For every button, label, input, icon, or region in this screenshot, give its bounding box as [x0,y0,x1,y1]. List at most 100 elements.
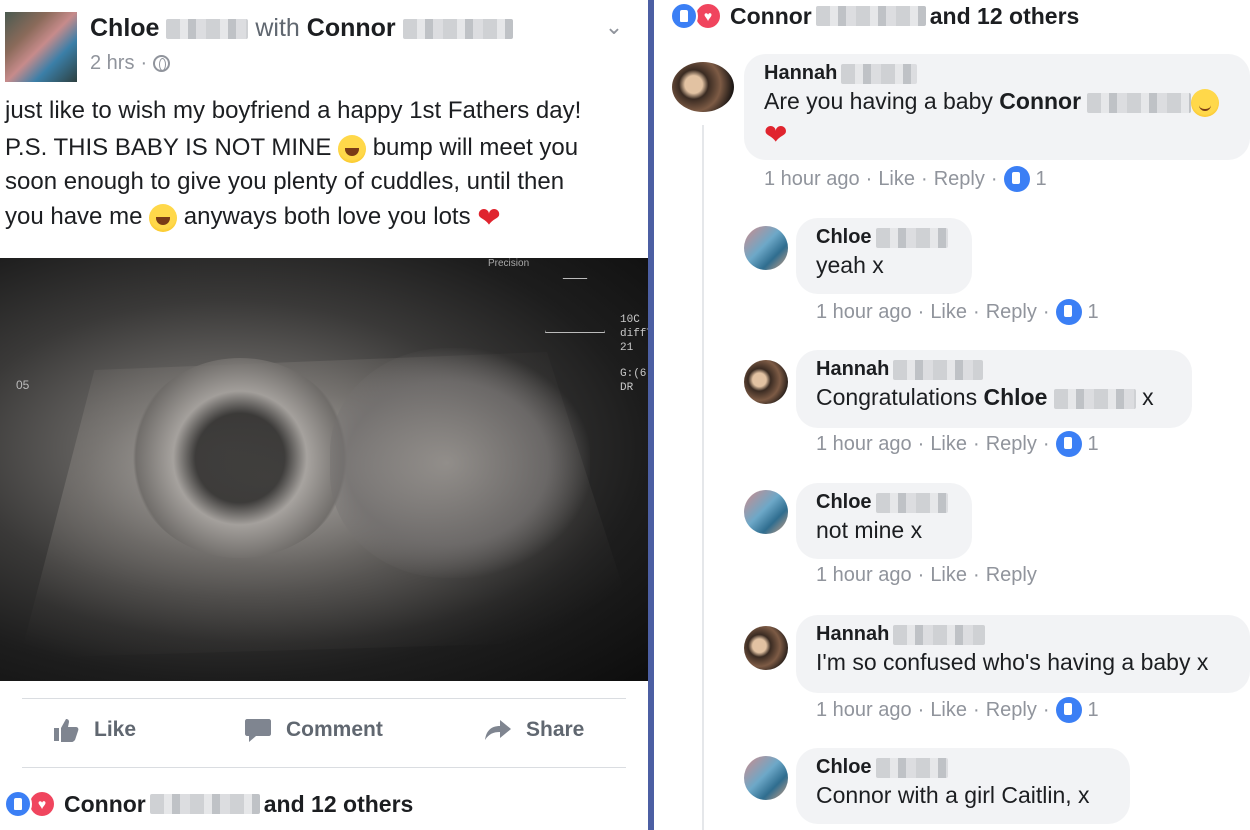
redacted-surname [166,19,249,40]
comment-text: not mine x [816,517,923,543]
reply-thread-line [702,125,704,830]
commenter-name[interactable]: Hannah [764,62,1230,85]
redacted-surname [893,624,986,645]
like-count[interactable]: 1 [1088,433,1099,456]
post-line: P.S. THIS BABY IS NOT MINE bump will mee… [5,134,579,163]
thumbs-up-icon [54,719,79,742]
comment-time[interactable]: 1 hour ago [816,301,912,324]
comment-like-link[interactable]: Like [930,564,967,587]
comment-reply-link[interactable]: Reply [986,564,1037,587]
with-label: with [255,14,300,42]
post-line: soon enough to give you plenty of cuddle… [5,168,565,195]
commenter-name[interactable]: Chloe [816,756,1110,779]
avatar[interactable] [672,62,734,112]
commenter-name[interactable]: Hannah [816,623,1230,646]
comment-bubble: Hannah Are you having a baby Connor ❤ [744,54,1250,160]
post-panel: Chloe with Connor 2 hrs · ⌄ just like to… [0,0,648,830]
heart-emoji-icon: ❤ [477,201,501,233]
post-actions: Like Comment Share [22,698,626,768]
redacted-surname [1087,92,1192,113]
redacted-surname [893,359,984,380]
scan-brand: Precision [488,258,530,269]
redacted-surname [841,63,918,84]
share-button[interactable]: Share [484,717,584,743]
ultrasound-image[interactable]: 10C diffT6 21 G:(6 DR Precision 05 [0,258,648,681]
comment-icon [245,719,271,742]
redacted-surname [402,19,513,40]
chevron-down-icon[interactable]: ⌄ [600,14,628,42]
love-reaction-icon: ♥ [694,2,722,30]
comment-time[interactable]: 1 hour ago [764,168,860,191]
avatar[interactable] [744,756,788,800]
comment-time[interactable]: 1 hour ago [816,564,912,587]
comment-text: Congratulations Chloe x [816,384,1154,410]
laughing-emoji-icon [338,134,367,163]
comment-meta: 1 hour ago · Like · Reply · 1 [816,299,1099,325]
comment-button[interactable]: Comment [244,717,383,743]
commenter-name[interactable]: Chloe [816,226,952,249]
like-reaction-icon [670,2,698,30]
comments-panel: ♥ Connor and 12 others Hannah Are you ha… [654,0,1250,830]
redacted-surname [815,6,926,26]
comment-like-link[interactable]: Like [930,699,967,722]
comment-text: I'm so confused who's having a baby x [816,649,1209,675]
comment-meta: 1 hour ago · Like · Reply · 1 [816,697,1099,723]
comment-text: Are you having a baby Connor [764,85,1230,117]
avatar[interactable] [744,226,788,270]
comment-meta: 1 hour ago · Like · Reply · 1 [764,166,1047,192]
comment-like-link[interactable]: Like [930,433,967,456]
avatar[interactable] [744,490,788,534]
scan-head [130,358,350,558]
love-reaction-icon: ♥ [28,790,56,818]
like-count-icon [1055,431,1082,457]
author-avatar[interactable] [5,12,77,82]
comment-text: Connor with a girl Caitlin, x [816,782,1090,808]
comment-like-link[interactable]: Like [878,168,915,191]
commenter-name[interactable]: Hannah [816,358,1172,381]
like-count[interactable]: 1 [1088,301,1099,324]
like-count-icon [1055,299,1082,325]
post-meta: 2 hrs · [90,52,171,75]
reactions-summary[interactable]: ♥ Connor and 12 others [4,790,413,818]
comment-text: yeah x [816,252,884,278]
comment-reply-link[interactable]: Reply [986,433,1037,456]
comment-bubble: Chloe yeah x [796,218,972,294]
heart-emoji-icon: ❤ [764,118,788,150]
like-count-icon [1055,697,1082,723]
comment-reply-link[interactable]: Reply [934,168,985,191]
author-name[interactable]: Chloe [90,14,159,42]
redacted-surname [875,492,948,513]
scan-readout: 10C diffT6 21 G:(6 DR [620,314,648,394]
post-timestamp[interactable]: 2 hrs [90,52,134,75]
scan-probe-icon [545,278,605,333]
avatar[interactable] [744,360,788,404]
comment-time[interactable]: 1 hour ago [816,433,912,456]
reactors-others: and 12 others [263,790,414,817]
mention-link[interactable]: Chloe [984,384,1048,410]
reactor-name: Connor [64,790,146,817]
redacted-surname [149,794,260,814]
laughing-emoji-icon [149,203,178,232]
redacted-surname [1053,388,1136,409]
dot-separator: · [140,52,148,74]
redacted-surname [875,757,948,778]
like-count[interactable]: 1 [1088,699,1099,722]
mention-link[interactable]: Connor [999,88,1081,114]
avatar[interactable] [744,626,788,670]
scan-body [330,348,590,578]
commenter-name[interactable]: Chloe [816,491,952,514]
like-count[interactable]: 1 [1036,168,1047,191]
smile-emoji-icon [1191,88,1220,117]
comment-like-link[interactable]: Like [930,301,967,324]
post-author-line: Chloe with Connor [90,14,513,43]
reactors-others: and 12 others [929,2,1080,29]
tagged-name[interactable]: Connor [307,14,396,42]
comment-time[interactable]: 1 hour ago [816,699,912,722]
comment-text: ❤ [764,117,1230,149]
post-text: just like to wish my boyfriend a happy 1… [5,92,635,235]
scan-depth: 05 [16,378,30,392]
comment-reply-link[interactable]: Reply [986,699,1037,722]
reactions-summary[interactable]: ♥ Connor and 12 others [670,2,1079,30]
comment-reply-link[interactable]: Reply [986,301,1037,324]
like-button[interactable]: Like [52,717,136,743]
